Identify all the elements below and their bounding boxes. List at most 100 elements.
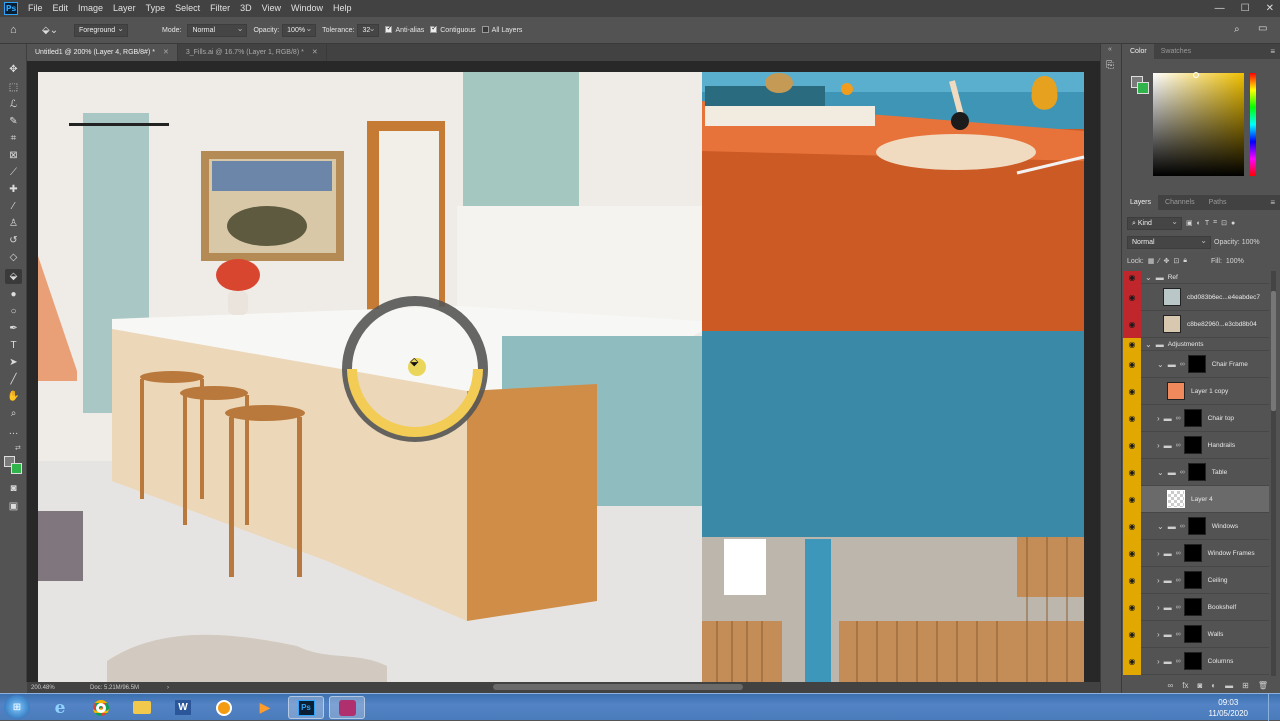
app-taskbar-button[interactable] [206, 696, 242, 719]
photoshop-logo[interactable]: Ps [4, 2, 18, 15]
background-color-swatch[interactable] [11, 463, 22, 474]
fill-field[interactable]: 100% [1226, 258, 1244, 265]
layer-row-columns[interactable]: ◉ › ▬ ∞ Columns [1123, 647, 1269, 675]
zoom-tool-icon[interactable]: ⌕ [5, 406, 22, 421]
layer-opacity-field[interactable]: 100% [1242, 239, 1260, 246]
lasso-tool-icon[interactable]: ℒ [5, 97, 22, 112]
status-arrow-icon[interactable]: › [167, 685, 169, 691]
contiguous-checkbox[interactable]: Contiguous [430, 24, 476, 34]
visibility-eye-icon[interactable]: ◉ [1123, 377, 1141, 405]
menu-3d[interactable]: 3D [235, 0, 257, 17]
maximize-button[interactable]: ☐ [1241, 3, 1250, 14]
layer-row-chair-frame[interactable]: ◉ ⌄ ▬ ∞ Chair Frame [1123, 350, 1269, 378]
visibility-eye-icon[interactable]: ◉ [1123, 350, 1141, 378]
tab-layers[interactable]: Layers [1123, 195, 1159, 210]
layer-row-handrails[interactable]: ◉ › ▬ ∞ Handrails [1123, 431, 1269, 459]
hue-slider[interactable] [1250, 73, 1256, 176]
chevron-down-icon[interactable]: ⌄ [1145, 340, 1152, 349]
explorer-taskbar-button[interactable] [124, 696, 160, 719]
healing-brush-tool-icon[interactable]: ✚ [5, 182, 22, 197]
visibility-eye-icon[interactable]: ◉ [1123, 593, 1141, 621]
layer-row-bookshelf[interactable]: ◉ › ▬ ∞ Bookshelf [1123, 593, 1269, 621]
type-tool-icon[interactable]: T [5, 338, 22, 353]
color-field[interactable] [1153, 73, 1244, 176]
move-tool-icon[interactable]: ✥ [5, 62, 22, 77]
menu-edit[interactable]: Edit [48, 0, 74, 17]
ie-taskbar-button[interactable]: e [42, 696, 78, 719]
quick-select-tool-icon[interactable]: ✎ [5, 114, 22, 129]
quick-mask-icon[interactable]: ◙ [5, 481, 22, 496]
home-icon[interactable]: ⌂ [10, 24, 28, 36]
scrollbar-thumb[interactable] [1271, 291, 1276, 411]
word-taskbar-button[interactable]: W [165, 696, 201, 719]
chevron-right-icon[interactable]: › [1157, 549, 1160, 558]
visibility-eye-icon[interactable]: ◉ [1123, 283, 1141, 311]
chevron-right-icon[interactable]: › [1157, 630, 1160, 639]
hand-tool-icon[interactable]: ✋ [5, 389, 22, 404]
media-player-taskbar-button[interactable]: ▶ [247, 696, 283, 719]
chevron-right-icon[interactable]: › [1157, 603, 1160, 612]
visibility-eye-icon[interactable]: ◉ [1123, 539, 1141, 567]
path-select-tool-icon[interactable]: ➤ [5, 355, 22, 370]
menu-filter[interactable]: Filter [205, 0, 235, 17]
layer-row-ceiling[interactable]: ◉ › ▬ ∞ Ceiling [1123, 566, 1269, 594]
tab-color[interactable]: Color [1123, 44, 1154, 59]
lock-position-icon[interactable]: ✥ [1164, 257, 1170, 265]
layer-row-ref[interactable]: ◉ ⌄ ▬ Ref [1123, 271, 1269, 284]
blur-tool-icon[interactable]: ● [5, 287, 22, 302]
layer-row-window-frames[interactable]: ◉ › ▬ ∞ Window Frames [1123, 539, 1269, 567]
more-tools-icon[interactable]: … [5, 424, 22, 439]
history-brush-tool-icon[interactable]: ↺ [5, 233, 22, 248]
chevron-right-icon[interactable]: › [1157, 441, 1160, 450]
kind-filter-dropdown[interactable]: ⌕ Kind [1127, 216, 1182, 230]
menu-image[interactable]: Image [73, 0, 108, 17]
panel-menu-icon[interactable]: ≡ [1270, 198, 1275, 207]
background-color-chip[interactable] [1137, 82, 1149, 94]
chevron-right-icon[interactable]: › [1157, 576, 1160, 585]
new-layer-icon[interactable]: ⊞ [1242, 681, 1249, 690]
eyedropper-tool-icon[interactable]: ⟋ [5, 165, 22, 180]
screen-mode-icon[interactable]: ▣ [5, 499, 22, 514]
chevron-right-icon[interactable]: › [1157, 657, 1160, 666]
color-field-picker[interactable] [1193, 72, 1199, 78]
filter-type-icon[interactable]: T [1205, 220, 1209, 227]
lock-all-icon[interactable]: 🔒︎ [1183, 257, 1187, 265]
close-tab-icon[interactable]: ✕ [163, 49, 169, 56]
photoshop-taskbar-button[interactable]: Ps [288, 696, 324, 719]
visibility-eye-icon[interactable]: ◉ [1123, 647, 1141, 675]
show-desktop-button[interactable] [1268, 694, 1280, 721]
lock-paint-icon[interactable]: ⁄ [1158, 258, 1159, 265]
filter-adjustment-icon[interactable]: ◐ [1197, 220, 1201, 227]
marquee-tool-icon[interactable]: ⬚ [5, 80, 22, 95]
blend-mode-dropdown[interactable]: Normal [1127, 235, 1211, 249]
workspace-icon[interactable]: ▭ [1258, 23, 1267, 34]
visibility-eye-icon[interactable]: ◉ [1123, 404, 1141, 432]
all-layers-checkbox[interactable]: All Layers [481, 26, 522, 34]
visibility-eye-icon[interactable]: ◉ [1123, 566, 1141, 594]
menu-file[interactable]: File [23, 0, 48, 17]
chevron-right-icon[interactable]: › [1157, 414, 1160, 423]
recorder-taskbar-button[interactable] [329, 696, 365, 719]
zoom-level[interactable]: 200.48% [31, 685, 86, 691]
paint-bucket-preset-icon[interactable]: ⬙⌄ [42, 25, 64, 36]
canvas-artwork[interactable] [27, 61, 1100, 682]
doc-size[interactable]: Doc: 5.21M/96.5M [90, 685, 139, 691]
close-tab-icon[interactable]: ✕ [312, 49, 318, 56]
tab-3-fills[interactable]: 3_Fills.ai @ 16.7% (Layer 1, RGB/8) * ✕ [178, 44, 327, 61]
visibility-eye-icon[interactable]: ◉ [1123, 512, 1141, 540]
menu-type[interactable]: Type [141, 0, 171, 17]
layer-row-layer-1-copy[interactable]: ◉ Layer 1 copy [1123, 377, 1269, 405]
fill-source-dropdown[interactable]: Foreground [74, 23, 128, 37]
visibility-eye-icon[interactable]: ◉ [1123, 337, 1141, 351]
visibility-eye-icon[interactable]: ◉ [1123, 620, 1141, 648]
collapse-panels-icon[interactable]: « [1108, 46, 1112, 53]
minimize-button[interactable]: — [1215, 3, 1225, 14]
pen-tool-icon[interactable]: ✒ [5, 321, 22, 336]
clone-stamp-tool-icon[interactable]: ♙ [5, 216, 22, 231]
mode-dropdown[interactable]: Normal [187, 23, 248, 37]
layer-row-walls[interactable]: ◉ › ▬ ∞ Walls [1123, 620, 1269, 648]
menu-layer[interactable]: Layer [108, 0, 141, 17]
start-button[interactable]: ⊞ [4, 695, 30, 719]
menu-view[interactable]: View [257, 0, 286, 17]
close-button[interactable]: ✕ [1266, 3, 1274, 14]
